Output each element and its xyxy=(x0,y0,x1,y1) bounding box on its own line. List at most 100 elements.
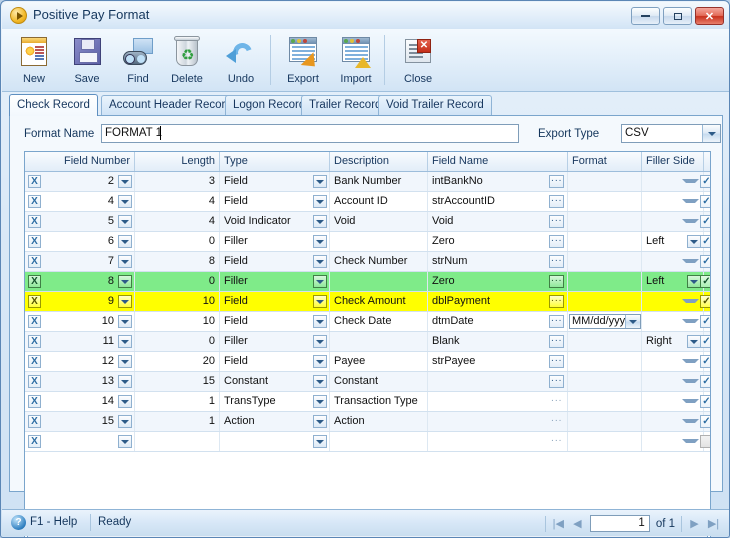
nav-page-input[interactable]: 1 xyxy=(589,515,650,532)
enabled-checkbox[interactable]: ✓ xyxy=(700,335,710,348)
tab-logon-record[interactable]: Logon Record xyxy=(225,95,314,115)
field-number-dropdown[interactable] xyxy=(118,175,132,188)
filler-side-dropdown[interactable] xyxy=(687,275,701,288)
nav-first-button[interactable]: |◀ xyxy=(552,517,565,530)
column-header-enabled[interactable] xyxy=(704,152,710,171)
table-row[interactable]: X 12 20 Field Payee strPayee ··· ✓ xyxy=(25,352,710,372)
export-type-select[interactable]: CSV xyxy=(621,124,721,143)
type-dropdown[interactable] xyxy=(313,415,327,428)
enabled-checkbox[interactable]: ✓ xyxy=(700,395,710,408)
table-row[interactable]: X 14 1 TransType Transaction Type ··· ✓ xyxy=(25,392,710,412)
delete-button[interactable]: Delete xyxy=(161,32,213,88)
filler-side-dropdown[interactable] xyxy=(682,179,699,183)
maximize-button[interactable] xyxy=(663,7,692,25)
field-number-dropdown[interactable] xyxy=(118,255,132,268)
filler-side-dropdown[interactable] xyxy=(682,259,699,263)
delete-row-button[interactable]: X xyxy=(28,215,41,228)
filler-side-dropdown[interactable] xyxy=(682,199,699,203)
type-dropdown[interactable] xyxy=(313,215,327,228)
enabled-checkbox[interactable]: ✓ xyxy=(700,195,710,208)
enabled-checkbox[interactable]: ✓ xyxy=(700,215,710,228)
nav-next-button[interactable]: ▶ xyxy=(688,517,701,530)
filler-side-dropdown[interactable] xyxy=(682,399,699,403)
field-name-browse-button[interactable]: ··· xyxy=(549,435,564,448)
delete-row-button[interactable]: X xyxy=(28,335,41,348)
delete-row-button[interactable]: X xyxy=(28,175,41,188)
filler-side-dropdown[interactable] xyxy=(682,379,699,383)
filler-side-dropdown[interactable] xyxy=(682,299,699,303)
table-row[interactable]: X 6 0 Filler Zero ··· Left ✓ xyxy=(25,232,710,252)
field-number-dropdown[interactable] xyxy=(118,295,132,308)
minimize-button[interactable] xyxy=(631,7,660,25)
undo-button[interactable]: Undo xyxy=(215,32,267,88)
type-dropdown[interactable] xyxy=(313,175,327,188)
type-dropdown[interactable] xyxy=(313,315,327,328)
type-dropdown[interactable] xyxy=(313,335,327,348)
enabled-checkbox[interactable]: ✓ xyxy=(700,375,710,388)
enabled-checkbox[interactable]: ✓ xyxy=(700,175,710,188)
field-name-browse-button[interactable]: ··· xyxy=(549,255,564,268)
column-header-filler-side[interactable]: Filler Side xyxy=(642,152,704,171)
table-row[interactable]: X 4 4 Field Account ID strAccountID ··· ✓ xyxy=(25,192,710,212)
field-number-dropdown[interactable] xyxy=(118,215,132,228)
field-number-dropdown[interactable] xyxy=(118,395,132,408)
nav-last-button[interactable]: ▶| xyxy=(707,517,720,530)
table-row[interactable]: X 2 3 Field Bank Number intBankNo ··· ✓ xyxy=(25,172,710,192)
column-header-field-number[interactable]: Field Number xyxy=(25,152,135,171)
field-name-browse-button[interactable]: ··· xyxy=(549,355,564,368)
enabled-checkbox[interactable]: ✓ xyxy=(700,415,710,428)
format-select[interactable]: MM/dd/yyyy xyxy=(569,314,641,329)
field-name-browse-button[interactable]: ··· xyxy=(549,295,564,308)
field-name-browse-button[interactable]: ··· xyxy=(549,315,564,328)
field-number-dropdown[interactable] xyxy=(118,415,132,428)
filler-side-dropdown[interactable] xyxy=(687,335,701,348)
type-dropdown[interactable] xyxy=(313,395,327,408)
column-header-field-name[interactable]: Field Name xyxy=(428,152,568,171)
field-name-browse-button[interactable]: ··· xyxy=(549,195,564,208)
table-row[interactable]: X 7 8 Field Check Number strNum ··· ✓ xyxy=(25,252,710,272)
filler-side-dropdown[interactable] xyxy=(687,235,701,248)
delete-row-button[interactable]: X xyxy=(28,295,41,308)
type-dropdown[interactable] xyxy=(313,295,327,308)
close-button[interactable]: ✕ xyxy=(695,7,724,25)
delete-row-button[interactable]: X xyxy=(28,315,41,328)
enabled-checkbox[interactable]: ✓ xyxy=(700,275,710,288)
find-button[interactable]: Find xyxy=(112,32,164,88)
tab-void-trailer-record[interactable]: Void Trailer Record xyxy=(378,95,492,115)
field-name-browse-button[interactable]: ··· xyxy=(549,235,564,248)
type-dropdown[interactable] xyxy=(313,255,327,268)
delete-row-button[interactable]: X xyxy=(28,275,41,288)
filler-side-dropdown[interactable] xyxy=(682,319,699,323)
format-name-input[interactable]: FORMAT 1 xyxy=(101,124,519,143)
field-name-browse-button[interactable]: ··· xyxy=(549,215,564,228)
field-name-browse-button[interactable]: ··· xyxy=(549,175,564,188)
column-header-length[interactable]: Length xyxy=(135,152,220,171)
field-number-dropdown[interactable] xyxy=(118,335,132,348)
delete-row-button[interactable]: X xyxy=(28,375,41,388)
table-row[interactable]: X 8 0 Filler Zero ··· Left ✓ xyxy=(25,272,710,292)
field-number-dropdown[interactable] xyxy=(118,315,132,328)
type-dropdown[interactable] xyxy=(313,375,327,388)
type-dropdown[interactable] xyxy=(313,435,327,448)
column-header-type[interactable]: Type xyxy=(220,152,330,171)
delete-row-button[interactable]: X xyxy=(28,395,41,408)
tab-account-header-record[interactable]: Account Header Record xyxy=(101,95,240,115)
field-number-dropdown[interactable] xyxy=(118,355,132,368)
field-name-browse-button[interactable]: ··· xyxy=(549,415,564,428)
import-button[interactable]: Import xyxy=(330,32,382,88)
enabled-checkbox[interactable]: ✓ xyxy=(700,295,710,308)
delete-row-button[interactable]: X xyxy=(28,415,41,428)
filler-side-dropdown[interactable] xyxy=(682,419,699,423)
enabled-checkbox[interactable]: ✓ xyxy=(700,235,710,248)
delete-row-button[interactable]: X xyxy=(28,235,41,248)
table-row[interactable]: X 9 10 Field Check Amount dblPayment ··· ✓ xyxy=(25,292,710,312)
enabled-checkbox[interactable]: ✓ xyxy=(700,255,710,268)
new-button[interactable]: New xyxy=(8,32,60,88)
field-number-dropdown[interactable] xyxy=(118,275,132,288)
enabled-checkbox[interactable]: ✓ xyxy=(700,315,710,328)
delete-row-button[interactable]: X xyxy=(28,435,41,448)
field-number-dropdown[interactable] xyxy=(118,195,132,208)
type-dropdown[interactable] xyxy=(313,275,327,288)
column-header-description[interactable]: Description xyxy=(330,152,428,171)
field-number-dropdown[interactable] xyxy=(118,435,132,448)
